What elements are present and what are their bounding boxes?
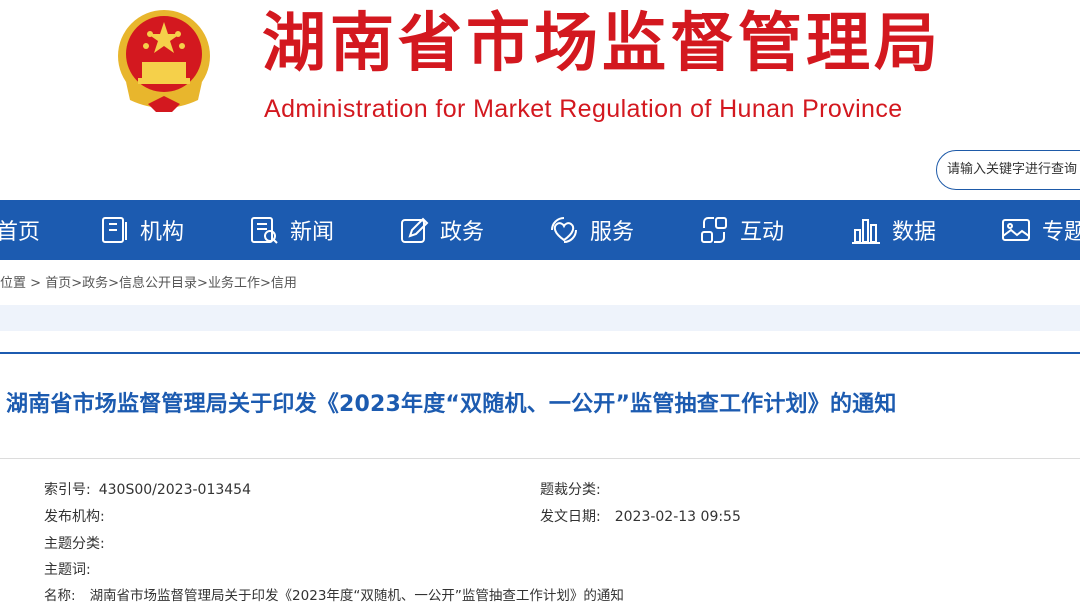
divider (0, 458, 1080, 459)
news-icon (251, 217, 278, 244)
site-title-cn: 湖南省市场监督管理局 (262, 7, 942, 81)
article-title: 湖南省市场监督管理局关于印发《2023年度“双随机、一公开”监管抽查工作计划》的… (6, 392, 897, 417)
meta-value: 430S00/2023-013454 (98, 482, 251, 498)
nav-item-label: 机构 (140, 220, 185, 245)
meta-label: 主题词: (44, 562, 91, 578)
meta-index: 索引号: 430S00/2023-013454 (44, 480, 251, 500)
interaction-icon (701, 217, 727, 243)
breadcrumb-item-business[interactable]: 业务工作 (208, 276, 260, 291)
search-input[interactable]: 请输入关键字进行查询 (936, 150, 1080, 190)
meta-label: 题裁分类: (540, 482, 601, 498)
meta-topic: 主题分类: (44, 534, 113, 554)
meta-label: 发布机构: (44, 509, 105, 525)
meta-label: 主题分类: (44, 536, 105, 552)
site-header: 湖南省市场监督管理局 Administration for Market Reg… (0, 0, 1080, 200)
meta-genre: 题裁分类: (540, 480, 609, 500)
main-nav: 首页 机构 新闻 政务 服务 互动 数据 专题 (0, 200, 1080, 260)
nav-item-label: 互动 (740, 220, 785, 245)
nav-item-service[interactable]: 服务 (548, 200, 634, 260)
nav-item-topics[interactable]: 专题 (1000, 200, 1080, 260)
national-emblem-icon (118, 10, 210, 112)
meta-value: 湖南省市场监督管理局关于印发《2023年度“双随机、一公开”监管抽查工作计划》的… (89, 588, 624, 604)
nav-item-home[interactable]: 首页 (0, 200, 40, 260)
breadcrumb-item-catalog[interactable]: 信息公开目录 (119, 276, 197, 291)
breadcrumb: 当前位置 > 首页>政务>信息公开目录>业务工作>信用 (0, 272, 297, 291)
content-band (0, 305, 1080, 331)
nav-item-government[interactable]: 政务 (398, 200, 484, 260)
nav-item-organization[interactable]: 机构 (98, 200, 184, 260)
service-heart-icon (551, 217, 577, 243)
nav-item-label: 首页 (0, 220, 41, 245)
nav-item-interaction[interactable]: 互动 (698, 200, 784, 260)
meta-value: 2023-02-13 09:55 (614, 509, 741, 525)
breadcrumb-item-credit[interactable]: 信用 (271, 276, 297, 291)
nav-item-label: 服务 (590, 220, 635, 245)
edit-icon (401, 217, 429, 243)
nav-item-label: 专题 (1042, 220, 1080, 245)
breadcrumb-prefix: 当前位置 (0, 276, 27, 291)
meta-name: 名称: 湖南省市场监督管理局关于印发《2023年度“双随机、一公开”监管抽查工作计… (44, 586, 624, 606)
nav-item-label: 数据 (892, 220, 937, 245)
divider (0, 352, 1080, 354)
image-icon (1002, 219, 1030, 241)
meta-date: 发文日期: 2023-02-13 09:55 (540, 507, 741, 527)
meta-label: 发文日期: (540, 509, 601, 525)
bar-chart-icon (852, 219, 880, 244)
nav-item-news[interactable]: 新闻 (248, 200, 334, 260)
meta-publisher: 发布机构: (44, 507, 113, 527)
meta-keywords: 主题词: (44, 560, 99, 580)
breadcrumb-item-government[interactable]: 政务 (82, 276, 108, 291)
nav-item-data[interactable]: 数据 (850, 200, 936, 260)
nav-item-label: 政务 (440, 220, 485, 245)
nav-item-label: 新闻 (290, 220, 335, 245)
breadcrumb-item-home[interactable]: 首页 (45, 276, 71, 291)
meta-label: 索引号: (44, 482, 91, 498)
meta-label: 名称: (44, 588, 76, 604)
site-title-en: Administration for Market Regulation of … (264, 95, 903, 123)
building-icon (102, 217, 127, 243)
